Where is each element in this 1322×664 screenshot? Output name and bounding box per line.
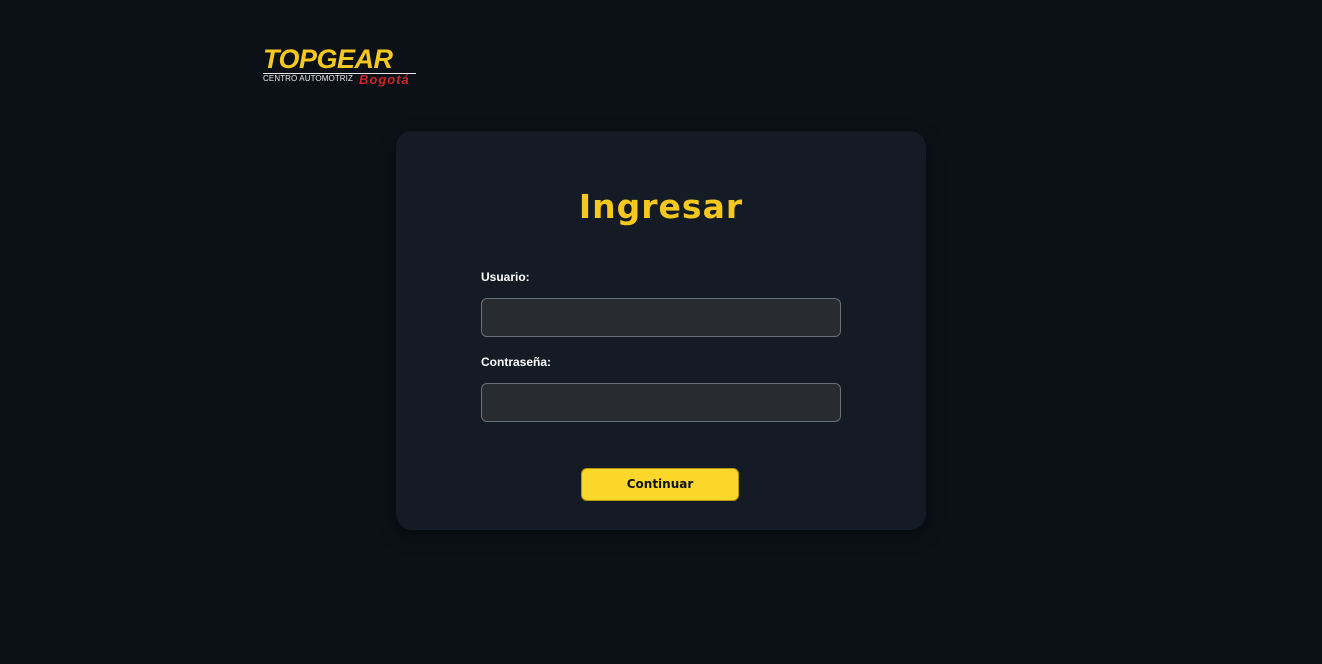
username-input[interactable]	[481, 298, 841, 337]
username-label: Usuario:	[481, 270, 530, 284]
logo-tagline: CENTRO AUTOMOTRIZ	[263, 74, 353, 83]
password-input[interactable]	[481, 383, 841, 422]
password-label: Contraseña:	[481, 355, 552, 369]
login-card: Ingresar Usuario: Contraseña: Continuar	[396, 131, 926, 530]
continue-button[interactable]: Continuar	[581, 468, 739, 501]
logo-brand-text: TOPGEAR	[263, 44, 393, 74]
login-title: Ingresar	[578, 187, 744, 226]
logo-city: Bogotá	[359, 72, 410, 87]
topgear-logo[interactable]: TOPGEAR CENTRO AUTOMOTRIZ Bogotá	[263, 44, 423, 90]
login-page: TOPGEAR CENTRO AUTOMOTRIZ Bogotá Ingresa…	[0, 0, 1322, 664]
